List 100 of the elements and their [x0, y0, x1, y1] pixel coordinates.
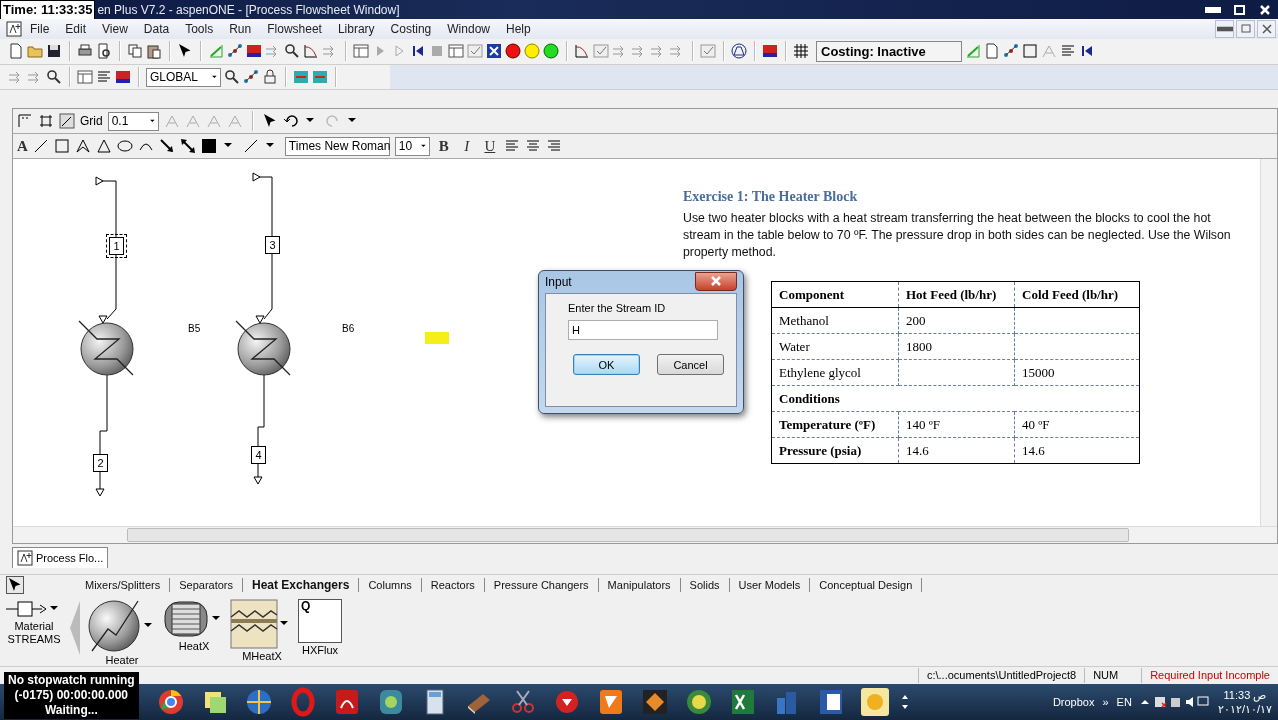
- vertical-scrollbar[interactable]: [1260, 159, 1277, 527]
- triangle-icon[interactable]: [95, 138, 112, 155]
- grid-icon[interactable]: [38, 113, 54, 130]
- font-size-dropdown[interactable]: 10: [394, 136, 430, 156]
- menu-item[interactable]: Window: [439, 21, 498, 36]
- heater-icon[interactable]: [86, 599, 142, 654]
- format-icon[interactable]: [96, 69, 112, 85]
- ellipse-icon[interactable]: [116, 138, 133, 155]
- menu-item[interactable]: Data: [135, 21, 178, 36]
- flask-icon[interactable]: [731, 43, 747, 60]
- save-icon[interactable]: [46, 43, 62, 60]
- menu-item[interactable]: Library: [329, 21, 383, 36]
- toolbar-label[interactable]: Dropbox: [1052, 696, 1095, 709]
- close-button[interactable]: [1257, 19, 1276, 38]
- clock-time[interactable]: ص 11:33: [1223, 688, 1267, 703]
- paste-icon[interactable]: [146, 43, 162, 60]
- check-icon[interactable]: [467, 43, 483, 60]
- select-mode-button[interactable]: [6, 576, 24, 595]
- horizontal-scrollbar[interactable]: [13, 526, 1277, 544]
- stream-label[interactable]: 1: [109, 237, 124, 256]
- light-icon[interactable]: [505, 43, 521, 60]
- menu-item[interactable]: Help: [498, 21, 539, 36]
- print-preview-icon[interactable]: [96, 43, 112, 60]
- find-icon[interactable]: [284, 43, 300, 60]
- stream-line[interactable]: [95, 176, 117, 238]
- palette-tab[interactable]: Pressure Changers: [484, 578, 599, 593]
- menu-item[interactable]: Edit: [57, 21, 95, 36]
- window-tab[interactable]: Process Flo...: [12, 547, 109, 569]
- text-tool-button[interactable]: A: [17, 137, 28, 155]
- double-arrow-icon[interactable]: [179, 138, 196, 155]
- stream-label[interactable]: 3: [265, 236, 280, 255]
- check-icon[interactable]: [593, 43, 609, 60]
- flux-box-icon[interactable]: Q: [298, 599, 342, 644]
- curve-icon[interactable]: [303, 43, 319, 60]
- menu-item[interactable]: Costing: [382, 21, 440, 36]
- stream-line[interactable]: [98, 254, 117, 324]
- sun-icon[interactable]: [859, 686, 891, 719]
- cross-icon[interactable]: [486, 43, 502, 60]
- font-dropdown[interactable]: Times New Roman: [284, 136, 390, 156]
- format-button[interactable]: I: [457, 137, 476, 155]
- menu-item[interactable]: Run: [221, 21, 260, 36]
- scope-dropdown[interactable]: GLOBAL: [146, 67, 221, 87]
- arrow-icon[interactable]: [158, 138, 175, 155]
- control-panel-icon[interactable]: [353, 43, 369, 60]
- copy-icon[interactable]: [127, 43, 143, 60]
- zigzag-exchanger-icon[interactable]: [230, 599, 278, 650]
- clock-date[interactable]: ٢٠١٢/١٠/١٧: [1217, 702, 1272, 717]
- format-button[interactable]: B: [434, 137, 453, 155]
- tray-icons[interactable]: [1139, 695, 1210, 710]
- results-icon[interactable]: [448, 43, 464, 60]
- palette-tab[interactable]: Heat Exchangers: [243, 578, 360, 593]
- palette-tab[interactable]: Separators: [170, 578, 243, 593]
- stream-label[interactable]: 4: [251, 446, 266, 465]
- corner-icon[interactable]: [17, 113, 33, 130]
- dialog-button[interactable]: OK: [573, 354, 640, 375]
- close-button[interactable]: [695, 271, 737, 291]
- heater-block[interactable]: [235, 320, 291, 376]
- stream-line[interactable]: [255, 252, 273, 324]
- palette-tab[interactable]: Columns: [359, 578, 422, 593]
- polygon-icon[interactable]: [74, 138, 91, 155]
- fill-swatch-icon[interactable]: [200, 138, 217, 155]
- new-file-icon[interactable]: [8, 43, 24, 60]
- grid-icon[interactable]: [793, 43, 809, 60]
- material-stream-icon[interactable]: [4, 599, 48, 620]
- minimize-button[interactable]: [1215, 19, 1234, 38]
- color-icon[interactable]: [115, 69, 131, 85]
- rectangle-icon[interactable]: [53, 138, 70, 155]
- stream-line[interactable]: [95, 374, 108, 497]
- menu-item[interactable]: File: [22, 21, 58, 36]
- line-style-icon[interactable]: [242, 138, 259, 155]
- badge-icon[interactable]: [762, 43, 778, 60]
- undo-icon[interactable]: [282, 113, 299, 130]
- layout-icon[interactable]: [77, 69, 93, 85]
- app-icon[interactable]: [6, 20, 22, 37]
- palette-tab[interactable]: Mixers/Splitters: [76, 578, 171, 593]
- light-icon[interactable]: [543, 43, 559, 60]
- stream-id-field[interactable]: H: [568, 320, 718, 340]
- expand-button[interactable]: »: [1102, 696, 1109, 709]
- document-icon[interactable]: [984, 43, 1000, 60]
- palette-tab[interactable]: Solids: [680, 578, 730, 593]
- menu-item[interactable]: Flowsheet: [259, 21, 330, 36]
- scroll-thumb[interactable]: [127, 528, 1129, 543]
- palette-tab[interactable]: Reactors: [421, 578, 485, 593]
- menu-item[interactable]: View: [94, 21, 136, 36]
- language-indicator[interactable]: EN: [1116, 696, 1132, 709]
- dialog-button[interactable]: Cancel: [657, 354, 724, 375]
- zoom-icon[interactable]: [46, 69, 62, 85]
- format-button[interactable]: U: [480, 137, 499, 155]
- grid-dropdown[interactable]: 0.1: [107, 111, 159, 131]
- find-icon[interactable]: [224, 69, 240, 85]
- palette-tab[interactable]: Conceptual Design: [810, 578, 923, 593]
- menu-item[interactable]: Tools: [177, 21, 222, 36]
- stream-label[interactable]: 2: [93, 454, 108, 473]
- plot-icon[interactable]: [574, 43, 590, 60]
- snap-icon[interactable]: [59, 113, 75, 130]
- palette-tab[interactable]: User Models: [729, 578, 811, 593]
- heater-block[interactable]: [78, 320, 134, 376]
- lock-icon[interactable]: [262, 69, 278, 85]
- stream-line[interactable]: [253, 374, 265, 485]
- palette-tab[interactable]: Manipulators: [598, 578, 681, 593]
